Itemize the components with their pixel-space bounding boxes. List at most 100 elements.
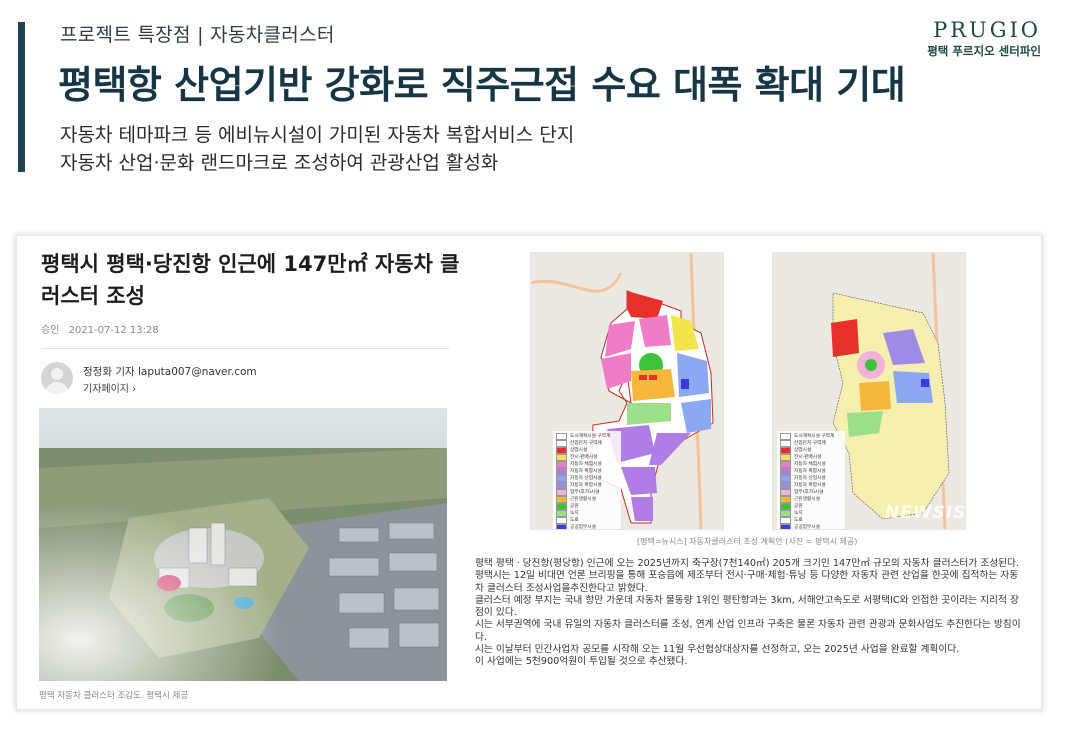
legend-swatch bbox=[556, 517, 567, 524]
article-meta: 승인 2021-07-12 13:28 bbox=[41, 321, 165, 336]
reporter-avatar bbox=[41, 362, 73, 394]
article-datetime: 2021-07-12 13:28 bbox=[68, 325, 159, 336]
legend-item: 도로 bbox=[780, 517, 842, 524]
legend-label: 산업단지 구역계 bbox=[570, 441, 602, 446]
legend-item: 자동차 체험시설 bbox=[780, 461, 842, 468]
legend-item: 자동차 복합시설 bbox=[780, 468, 842, 475]
photo-caption: 평택 자동차 클러스터 조감도. 평택시 제공 bbox=[39, 691, 189, 701]
newsis-watermark: NEWSIS bbox=[885, 503, 966, 523]
article-paragraph: 시는 이날부터 민간사업자 공모를 시작해 오는 11월 우선협상대상자를 선정… bbox=[475, 644, 960, 656]
article-paragraph: 클러스터 예정 부지는 국내 항만 가운데 자동차 물동량 1위인 평탄항과는 … bbox=[475, 594, 1019, 619]
site-plan-map-1: 도시계획시설 구역계 산업단지 구역계 상업시설 전시·판매시설 자동차 체험시설 자동차… bbox=[530, 252, 724, 530]
article-paragraph: 이 사업에는 5천900억원이 투입될 것으로 추산됐다. bbox=[475, 656, 688, 668]
legend-swatch bbox=[556, 454, 567, 461]
approval-label: 승인 bbox=[41, 325, 60, 336]
legend-label: 업무(후가)시설 bbox=[570, 490, 600, 495]
legend-label: 자동차 산업시설 bbox=[794, 476, 826, 481]
legend-swatch bbox=[780, 468, 791, 475]
reporter-name: 정정화 기자 laputa007@naver.com bbox=[83, 366, 257, 378]
legend-label: 산업단지 구역계 bbox=[794, 441, 826, 446]
aerial-rendering-image bbox=[39, 408, 447, 681]
news-article-panel: 평택시 평택·당진항 인근에 147만㎡ 자동차 클러스터 조성 승인 2021… bbox=[17, 236, 1041, 709]
legend-swatch bbox=[556, 461, 567, 468]
brand-name: PRUGIO bbox=[933, 18, 1041, 42]
legend-label: 도시계획시설 구역계 bbox=[570, 434, 611, 439]
legend-item: 자동차 복합시설 bbox=[556, 468, 618, 475]
legend-label: 상업시설 bbox=[570, 448, 588, 453]
reporter-page-link[interactable]: 기자페이지 › bbox=[83, 380, 136, 395]
legend-label: 자동차 복합시설 bbox=[570, 469, 602, 474]
legend-label: 근린생활시설 bbox=[570, 497, 596, 502]
legend-swatch bbox=[780, 433, 791, 440]
site-plan-map-2: 도시계획시설 구역계 산업단지 구역계 상업시설 전시·판매시설 자동차 체험시설 자동차… bbox=[772, 252, 966, 530]
legend-label: 녹지 bbox=[570, 511, 579, 516]
legend-swatch bbox=[556, 468, 567, 475]
legend-label: 공원 bbox=[570, 504, 579, 509]
legend-swatch bbox=[780, 475, 791, 482]
legend-swatch bbox=[780, 524, 791, 529]
map-legend-2: 도시계획시설 구역계 산업단지 구역계 상업시설 전시·판매시설 자동차 체험시설 자동차… bbox=[777, 431, 845, 530]
legend-label: 공원 bbox=[794, 504, 803, 509]
legend-swatch bbox=[780, 482, 791, 489]
legend-label: 자동차 복합시설 bbox=[794, 483, 826, 488]
accent-bar bbox=[18, 22, 25, 172]
legend-label: 공공업무시설 bbox=[794, 525, 820, 530]
legend-label: 상업시설 bbox=[794, 448, 812, 453]
legend-item: 자동차 산업시설 bbox=[556, 475, 618, 482]
legend-item: 자동차 산업시설 bbox=[780, 475, 842, 482]
divider bbox=[41, 348, 449, 349]
legend-label: 자동차 산업시설 bbox=[570, 476, 602, 481]
legend-swatch bbox=[556, 475, 567, 482]
legend-item: 녹지 bbox=[780, 510, 842, 517]
legend-label: 자동차 체험시설 bbox=[794, 462, 826, 467]
legend-label: 전시·판매시설 bbox=[794, 455, 822, 460]
legend-item: 자동차 체험시설 bbox=[556, 461, 618, 468]
legend-swatch bbox=[780, 440, 791, 447]
legend-swatch bbox=[780, 489, 791, 496]
legend-item: 근린생활시설 bbox=[556, 496, 618, 503]
legend-swatch bbox=[780, 517, 791, 524]
legend-swatch bbox=[556, 489, 567, 496]
legend-item: 전시·판매시설 bbox=[780, 454, 842, 461]
legend-item: 공공업무시설 bbox=[556, 524, 618, 529]
legend-swatch bbox=[556, 524, 567, 529]
legend-label: 도로 bbox=[794, 518, 803, 523]
article-paragraph: 시는 서부권역에 국내 유일의 자동차 클러스터를 조성, 연계 산업 인프라 … bbox=[475, 619, 1021, 643]
map-legend-1: 도시계획시설 구역계 산업단지 구역계 상업시설 전시·판매시설 자동차 체험시설 자동차… bbox=[553, 431, 621, 529]
legend-item: 전시·판매시설 bbox=[556, 454, 618, 461]
legend-swatch bbox=[780, 461, 791, 468]
legend-label: 도로 bbox=[570, 518, 579, 523]
legend-item: 녹지 bbox=[556, 510, 618, 517]
article-paragraph: 평택 평택ㆍ당진항(평당항) 인근에 오는 2025년까지 축구장(7천140㎡… bbox=[475, 558, 1020, 569]
map-caption: [평택=뉴시스] 자동차클러스터 조성 계획안 (사진 = 평택시 제공) bbox=[637, 537, 858, 546]
legend-swatch bbox=[556, 510, 567, 517]
legend-swatch bbox=[780, 447, 791, 454]
subtitle-line-2: 자동차 산업·문화 랜드마크로 조성하여 관광산업 활성화 bbox=[60, 152, 499, 174]
section-kicker: 프로젝트 특장점 | 자동차클러스터 bbox=[60, 24, 335, 46]
article-title: 평택시 평택·당진항 인근에 147만㎡ 자동차 클러스터 조성 bbox=[41, 252, 460, 308]
legend-swatch bbox=[780, 454, 791, 461]
legend-swatch bbox=[556, 482, 567, 489]
legend-item: 산업단지 구역계 bbox=[556, 440, 618, 447]
legend-item: 상업시설 bbox=[556, 447, 618, 454]
legend-swatch bbox=[780, 503, 791, 510]
brand-logo: PRUGIO 평택 푸르지오 센터파인 bbox=[927, 18, 1041, 59]
legend-swatch bbox=[556, 503, 567, 510]
legend-swatch bbox=[780, 510, 791, 517]
legend-item: 업무(후가)시설 bbox=[556, 489, 618, 496]
legend-label: 근린생활시설 bbox=[794, 497, 820, 502]
article-body: 평택 평택ㆍ당진항(평당항) 인근에 오는 2025년까지 축구장(7천140㎡… bbox=[475, 558, 1023, 669]
legend-item: 상업시설 bbox=[780, 447, 842, 454]
legend-label: 녹지 bbox=[794, 511, 803, 516]
article-paragraph: 평택시는 12일 비대면 언론 브리핑을 통해 포승읍에 제조부터 전시·구매·… bbox=[475, 570, 1019, 594]
legend-label: 전시·판매시설 bbox=[570, 455, 598, 460]
slide-headline: 평택항 산업기반 강화로 직주근접 수요 대폭 확대 기대 bbox=[58, 63, 906, 107]
legend-item: 산업단지 구역계 bbox=[780, 440, 842, 447]
legend-item: 자동차 복합시설 bbox=[780, 482, 842, 489]
legend-label: 자동차 복합시설 bbox=[570, 483, 602, 488]
legend-label: 도시계획시설 구역계 bbox=[794, 434, 835, 439]
brand-tagline: 평택 푸르지오 센터파인 bbox=[927, 44, 1041, 58]
legend-label: 업무(후가)시설 bbox=[794, 490, 824, 495]
legend-swatch bbox=[780, 496, 791, 503]
legend-item: 근린생활시설 bbox=[780, 496, 842, 503]
